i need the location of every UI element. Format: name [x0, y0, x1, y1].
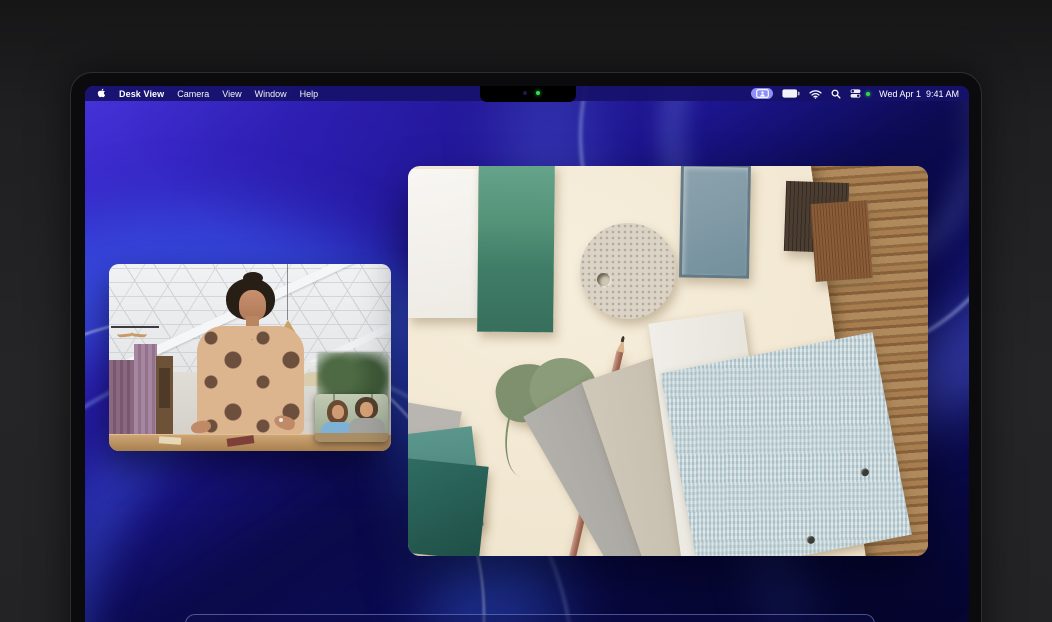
presenter-hair-bun	[243, 272, 263, 284]
clock-time: 9:41 AM	[926, 89, 959, 99]
facetime-call-window[interactable]	[109, 264, 391, 451]
pendant-lamp-cord	[287, 264, 288, 320]
menu-help[interactable]: Help	[300, 89, 319, 99]
fabric-swatch-blue	[660, 332, 911, 556]
call-pip-thumbnail[interactable]	[315, 394, 388, 442]
pip-desk	[315, 433, 388, 442]
page-background: Desk View Camera View Window Help	[0, 0, 1052, 622]
battery-icon[interactable]	[782, 89, 800, 98]
wood-hanger	[131, 327, 148, 337]
display-notch	[480, 86, 576, 102]
dark-teal-tile	[408, 458, 489, 556]
felt-disc-hole	[597, 273, 610, 286]
silver-ring	[279, 418, 283, 422]
fabric-snap-button	[806, 535, 815, 544]
clock-date: Wed Apr 1	[879, 89, 921, 99]
blue-gray-tile	[679, 166, 751, 279]
camera-led-icon	[536, 91, 540, 95]
search-icon[interactable]	[831, 89, 841, 99]
menu-camera[interactable]: Camera	[177, 89, 209, 99]
camera-active-dot	[866, 92, 870, 96]
cabinet-panel	[159, 368, 170, 408]
menu-view[interactable]: View	[222, 89, 241, 99]
facetime-camera-icon	[523, 91, 527, 95]
macbook-screen: Desk View Camera View Window Help	[85, 86, 969, 622]
macbook-display: Desk View Camera View Window Help	[70, 72, 982, 622]
desk-view-window[interactable]	[408, 166, 928, 556]
white-tile	[408, 169, 478, 318]
participant-woman-face	[332, 405, 344, 419]
green-tile	[477, 166, 555, 332]
felt-disc	[580, 223, 676, 319]
apple-menu-icon[interactable]	[97, 88, 106, 99]
active-app-menu[interactable]: Desk View	[119, 89, 164, 99]
bottom-window-edge[interactable]	[185, 614, 875, 622]
fabric-snap-button	[860, 468, 869, 477]
menu-window[interactable]: Window	[255, 89, 287, 99]
desk-view-active-pill-icon[interactable]	[751, 88, 773, 99]
oak-wood-sample	[810, 200, 872, 282]
participant-man-face	[360, 402, 373, 417]
desk-swatch-cream	[159, 436, 181, 445]
menu-bar-clock[interactable]: Wed Apr 1 9:41 AM	[879, 89, 959, 99]
control-center-icon[interactable]	[850, 89, 861, 98]
wifi-icon[interactable]	[809, 89, 822, 99]
